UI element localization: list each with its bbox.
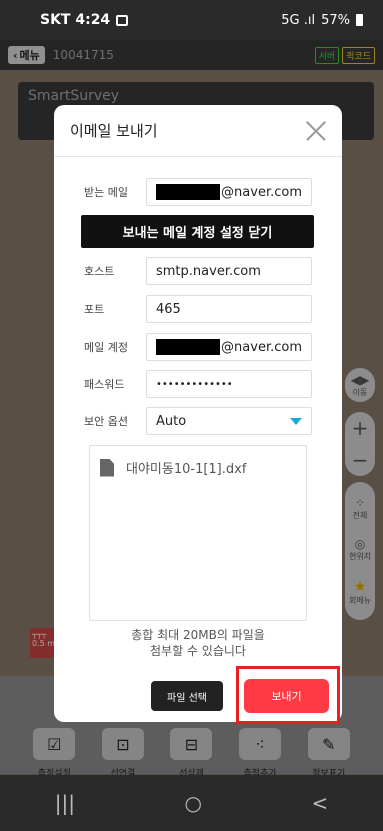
dropdown-arrow-icon <box>290 417 302 425</box>
host-label: 호스트 <box>84 265 115 278</box>
recent-apps-icon[interactable]: ||| <box>55 791 75 815</box>
security-select[interactable]: Auto <box>146 407 312 435</box>
host-input[interactable]: smtp.naver.com <box>146 257 312 285</box>
dialog-header: 이메일 보내기 <box>54 105 342 157</box>
recipient-row: 받는 메일 @naver.com <box>84 178 312 206</box>
port-label: 포트 <box>84 303 105 316</box>
system-nav-bar: ||| ○ < <box>0 775 383 831</box>
home-icon[interactable]: ○ <box>184 791 201 815</box>
attachment-list: 대야미동10-1[1].dxf <box>89 445 307 621</box>
recipient-label: 받는 메일 <box>84 186 128 199</box>
email-dialog: 이메일 보내기 받는 메일 @naver.com 보내는 메일 계정 설정 닫기… <box>54 105 342 722</box>
status-bar: SKT 4:24 5G .ıl 57% <box>0 0 383 40</box>
toggle-sender-settings-button[interactable]: 보내는 메일 계정 설정 닫기 <box>81 215 314 248</box>
status-time: SKT 4:24 <box>40 12 111 28</box>
password-row: 패스워드 ••••••••••••• <box>84 370 312 398</box>
account-label: 메일 계정 <box>84 341 128 354</box>
battery-icon <box>356 14 363 26</box>
password-label: 패스워드 <box>84 378 125 391</box>
recipient-input[interactable]: @naver.com <box>146 178 312 206</box>
attachment-name: 대야미동10-1[1].dxf <box>126 462 247 477</box>
security-label: 보안 옵션 <box>84 415 128 428</box>
attachment-item[interactable]: 대야미동10-1[1].dxf <box>100 458 296 477</box>
send-highlight-box <box>236 666 340 724</box>
gallery-icon <box>116 14 129 26</box>
port-input[interactable]: 465 <box>146 295 312 323</box>
redaction-block <box>156 339 221 355</box>
select-file-button[interactable]: 파일 선택 <box>151 681 223 711</box>
battery-level: 57% <box>321 12 350 28</box>
host-row: 호스트 smtp.naver.com <box>84 257 312 285</box>
size-note: 총합 최대 20MB의 파일을 첨부할 수 있습니다 <box>131 628 265 658</box>
password-input[interactable]: ••••••••••••• <box>146 370 312 398</box>
redaction-block <box>156 184 221 200</box>
status-right: 5G .ıl 57% <box>281 13 363 28</box>
port-row: 포트 465 <box>84 295 312 323</box>
account-input[interactable]: @naver.com <box>146 333 312 361</box>
security-row: 보안 옵션 Auto <box>84 407 312 435</box>
signal-icon: 5G .ıl <box>281 12 316 28</box>
dialog-title: 이메일 보내기 <box>70 122 158 140</box>
close-icon[interactable] <box>306 121 326 141</box>
account-row: 메일 계정 @naver.com <box>84 333 312 361</box>
file-icon <box>100 458 114 477</box>
back-icon[interactable]: < <box>311 791 328 815</box>
